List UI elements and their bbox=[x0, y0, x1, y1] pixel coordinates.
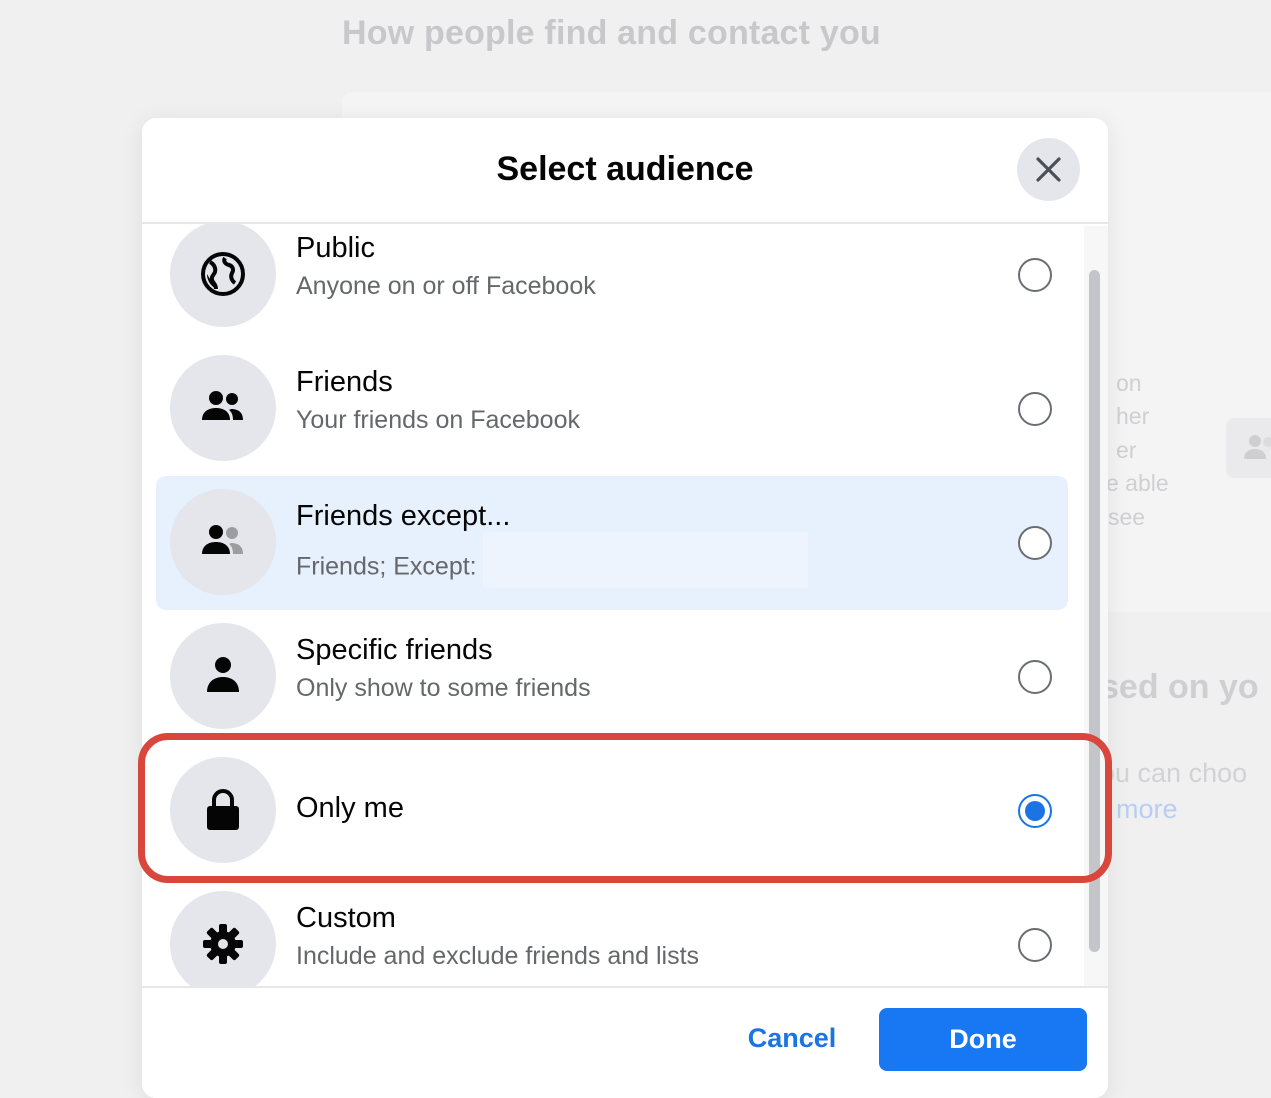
lock-icon bbox=[207, 789, 239, 830]
option-description-text: Friends; Except: bbox=[296, 552, 477, 581]
radio-public[interactable] bbox=[1018, 258, 1052, 292]
friends-icon bbox=[202, 391, 243, 420]
option-icon-circle bbox=[170, 891, 276, 986]
radio-friends-except[interactable] bbox=[1018, 526, 1052, 560]
option-description: Your friends on Facebook bbox=[296, 406, 580, 434]
dialog-header: Select audience bbox=[142, 118, 1108, 224]
select-audience-dialog: Select audience Public Anyone on or off … bbox=[142, 118, 1108, 1098]
background-text-line: on bbox=[1116, 370, 1142, 396]
option-description: Only show to some friends bbox=[296, 674, 591, 702]
close-button[interactable] bbox=[1017, 138, 1080, 201]
option-label: Friends bbox=[296, 366, 393, 398]
background-people-button bbox=[1226, 418, 1271, 478]
background-section-text: ou can choo bbox=[1100, 758, 1248, 788]
done-button[interactable]: Done bbox=[879, 1008, 1087, 1071]
audience-option-specific-friends[interactable]: Specific friends Only show to some frien… bbox=[156, 610, 1068, 744]
friends-except-icon bbox=[202, 525, 243, 554]
cancel-button[interactable]: Cancel bbox=[732, 1008, 852, 1068]
person-icon bbox=[207, 657, 239, 692]
option-description: Include and exclude friends and lists bbox=[296, 942, 700, 970]
option-label: Custom bbox=[296, 902, 396, 934]
option-label: Public bbox=[296, 232, 375, 264]
dialog-title: Select audience bbox=[496, 150, 754, 188]
background-section-heading: sed on yo bbox=[1100, 668, 1259, 706]
friends-icon bbox=[1244, 435, 1271, 459]
audience-option-friends[interactable]: Friends Your friends on Facebook bbox=[156, 342, 1068, 476]
scrollbar-thumb[interactable] bbox=[1089, 270, 1100, 952]
background-text-line: er bbox=[1116, 437, 1137, 463]
option-icon-circle bbox=[170, 623, 276, 729]
option-icon-circle bbox=[170, 224, 276, 327]
background-text-line: her bbox=[1116, 403, 1150, 429]
radio-only-me[interactable] bbox=[1018, 794, 1052, 828]
dialog-footer: Cancel Done bbox=[142, 986, 1108, 1098]
radio-friends[interactable] bbox=[1018, 392, 1052, 426]
background-text-line: e able bbox=[1106, 470, 1169, 496]
background-text-line: see bbox=[1108, 504, 1146, 530]
option-icon-circle bbox=[170, 757, 276, 863]
radio-custom[interactable] bbox=[1018, 928, 1052, 962]
redacted-area bbox=[482, 532, 808, 588]
option-description: Friends; Except: bbox=[296, 532, 808, 596]
option-icon-circle bbox=[170, 355, 276, 461]
option-icon-circle bbox=[170, 489, 276, 595]
globe-icon bbox=[201, 252, 245, 296]
background-learn-more-link: more bbox=[1116, 794, 1178, 824]
option-label: Only me bbox=[296, 792, 404, 824]
option-label: Specific friends bbox=[296, 634, 493, 666]
audience-option-public[interactable]: Public Anyone on or off Facebook bbox=[156, 224, 1068, 342]
audience-option-only-me[interactable]: Only me bbox=[156, 744, 1068, 878]
audience-option-friends-except[interactable]: Friends except... Friends; Except: bbox=[156, 476, 1068, 610]
gear-icon bbox=[203, 924, 243, 964]
close-icon bbox=[1036, 157, 1061, 182]
audience-options-list: Public Anyone on or off Facebook Friends… bbox=[142, 224, 1108, 986]
background-page-title: How people find and contact you bbox=[342, 14, 881, 52]
option-label: Friends except... bbox=[296, 500, 511, 532]
audience-option-custom[interactable]: Custom Include and exclude friends and l… bbox=[156, 878, 1068, 986]
radio-specific-friends[interactable] bbox=[1018, 660, 1052, 694]
option-description: Anyone on or off Facebook bbox=[296, 272, 596, 300]
